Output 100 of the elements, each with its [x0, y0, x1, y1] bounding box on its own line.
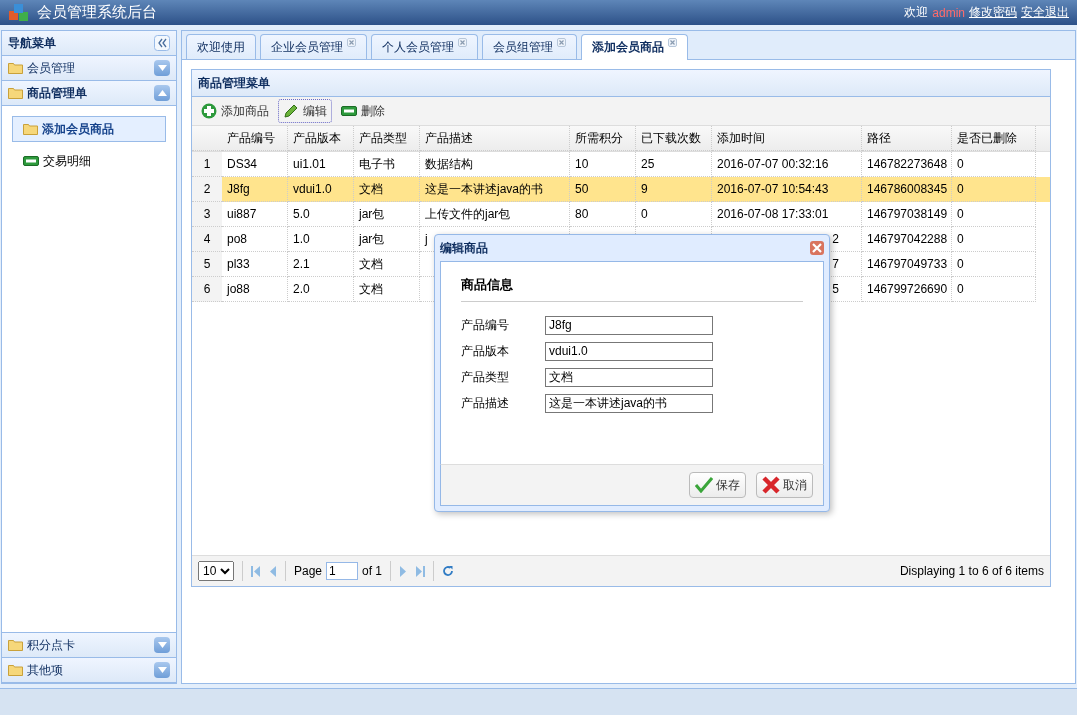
- table-cell: 2016-07-08 17:33:01: [717, 207, 829, 221]
- table-cell: 50: [575, 182, 589, 196]
- table-cell: 0: [957, 157, 964, 171]
- page-number-field[interactable]: 1: [326, 562, 359, 580]
- close-icon[interactable]: [458, 37, 467, 47]
- header-link[interactable]: 修改密码: [969, 4, 1017, 21]
- table-cell: 0: [957, 207, 964, 221]
- close-icon[interactable]: [668, 38, 677, 47]
- tab[interactable]: 个人会员管理: [371, 34, 478, 59]
- accordion-header[interactable]: 商品管理单: [2, 81, 176, 106]
- plus-icon: [201, 103, 217, 119]
- sidebar-title: 导航菜单: [8, 34, 57, 52]
- toolbar-button[interactable]: 删除: [336, 99, 390, 123]
- row-number: 3: [192, 202, 222, 227]
- table-row[interactable]: 2 J8fg vdui1.0 文档 这是一本讲述java的书 50 9 2016-07-07 10:54:43 146786008345 0: [192, 177, 1050, 202]
- column-header[interactable]: 添加时间: [712, 126, 862, 151]
- input-field[interactable]: J8fg: [545, 315, 713, 335]
- input-field[interactable]: vdui1.0: [545, 341, 713, 361]
- table-cell: 146797038149: [867, 207, 948, 221]
- expand-down-icon[interactable]: [154, 60, 170, 76]
- table-cell: 文档: [359, 280, 383, 298]
- save-button[interactable]: 保存: [689, 472, 746, 498]
- collapse-icon[interactable]: [154, 35, 170, 51]
- field-label: 产品编号: [461, 316, 510, 334]
- tab[interactable]: 欢迎使用: [186, 34, 256, 59]
- tab[interactable]: 企业会员管理: [260, 34, 367, 59]
- table-cell: 2.0: [293, 282, 310, 296]
- table-cell: 0: [957, 182, 964, 196]
- table-cell: pl33: [227, 257, 250, 271]
- next-page-icon[interactable]: [399, 565, 408, 577]
- table-cell: jar包: [359, 230, 385, 248]
- table-cell: 文档: [359, 255, 383, 273]
- panel-title: 商品管理菜单: [198, 74, 270, 92]
- table-cell: 80: [575, 207, 589, 221]
- table-cell: 10: [575, 157, 589, 171]
- table-cell: ui887: [227, 207, 257, 221]
- table-cell: 上传文件的jar包: [425, 205, 511, 223]
- field-label: 产品版本: [461, 342, 510, 360]
- folder-icon: [23, 123, 38, 135]
- accordion-header[interactable]: 其他项: [2, 658, 176, 683]
- folder-icon: [8, 639, 23, 651]
- previous-page-icon[interactable]: [269, 565, 277, 577]
- table-cell: 5.0: [293, 207, 310, 221]
- row-number: 4: [192, 227, 222, 252]
- last-page-icon[interactable]: [415, 565, 426, 577]
- table-cell: 0: [957, 257, 964, 271]
- column-header[interactable]: 路径: [862, 126, 952, 151]
- table-cell: po8: [227, 232, 248, 246]
- accordion-header[interactable]: 积分点卡: [2, 632, 176, 658]
- page-size-select[interactable]: 10: [198, 561, 234, 581]
- tab[interactable]: 会员组管理: [482, 34, 577, 59]
- row-number: 5: [192, 252, 222, 277]
- table-cell: 146799726690: [867, 282, 948, 296]
- table-cell: ui1.01: [293, 157, 326, 171]
- table-cell: 电子书: [359, 155, 395, 173]
- table-cell: j: [425, 232, 428, 246]
- column-header[interactable]: 是否已删除: [952, 126, 1036, 151]
- input-field[interactable]: 文档: [545, 367, 713, 387]
- column-header[interactable]: 已下载次数: [636, 126, 712, 151]
- tab[interactable]: 添加会员商品: [581, 34, 688, 60]
- table-cell: 2: [832, 232, 839, 246]
- close-icon[interactable]: [347, 37, 356, 47]
- field-label: 产品描述: [461, 394, 510, 412]
- refresh-icon[interactable]: [442, 565, 455, 577]
- close-icon[interactable]: [557, 37, 566, 47]
- column-header[interactable]: 所需积分: [570, 126, 636, 151]
- collapse-up-icon[interactable]: [154, 85, 170, 101]
- table-cell: 0: [957, 232, 964, 246]
- table-cell: 5: [832, 282, 839, 296]
- first-page-icon[interactable]: [251, 565, 261, 577]
- header-link[interactable]: 安全退出: [1021, 4, 1069, 21]
- toolbar-button[interactable]: 添加商品: [196, 99, 274, 123]
- cubes-icon: [8, 2, 30, 23]
- tree-item[interactable]: 添加会员商品: [12, 116, 166, 142]
- pagination-info: Displaying 1 to 6 of 6 items: [899, 564, 1044, 578]
- row-number: 1: [192, 152, 222, 177]
- column-header[interactable]: 产品描述: [420, 126, 570, 151]
- column-header[interactable]: 产品版本: [288, 126, 354, 151]
- table-cell: 文档: [359, 180, 383, 198]
- cancel-button[interactable]: 取消: [756, 472, 813, 498]
- table-cell: 0: [957, 282, 964, 296]
- expand-down-icon[interactable]: [154, 637, 170, 653]
- input-field[interactable]: 这是一本讲述java的书: [545, 393, 713, 413]
- page-count: of 1: [362, 564, 383, 578]
- column-header[interactable]: 产品类型: [354, 126, 420, 151]
- table-cell: 146797049733: [867, 257, 948, 271]
- column-header[interactable]: 产品编号: [222, 126, 288, 151]
- user-name: admin: [932, 5, 965, 20]
- table-cell: 7: [832, 257, 839, 271]
- expand-down-icon[interactable]: [154, 662, 170, 678]
- pencil-icon: [283, 103, 299, 119]
- row-number: 6: [192, 277, 222, 302]
- table-cell: jo88: [227, 282, 250, 296]
- table-cell: J8fg: [227, 182, 250, 196]
- tree-item[interactable]: 交易明细: [12, 148, 166, 174]
- accordion-header[interactable]: 会员管理: [2, 56, 176, 81]
- close-icon[interactable]: [810, 241, 824, 255]
- table-cell: 25: [641, 157, 655, 171]
- folder-icon: [8, 664, 23, 676]
- table-row[interactable]: 3 ui887 5.0 jar包 上传文件的jar包 80 0 2016-07-08 17:33:01 146797038149 0: [192, 202, 1050, 227]
